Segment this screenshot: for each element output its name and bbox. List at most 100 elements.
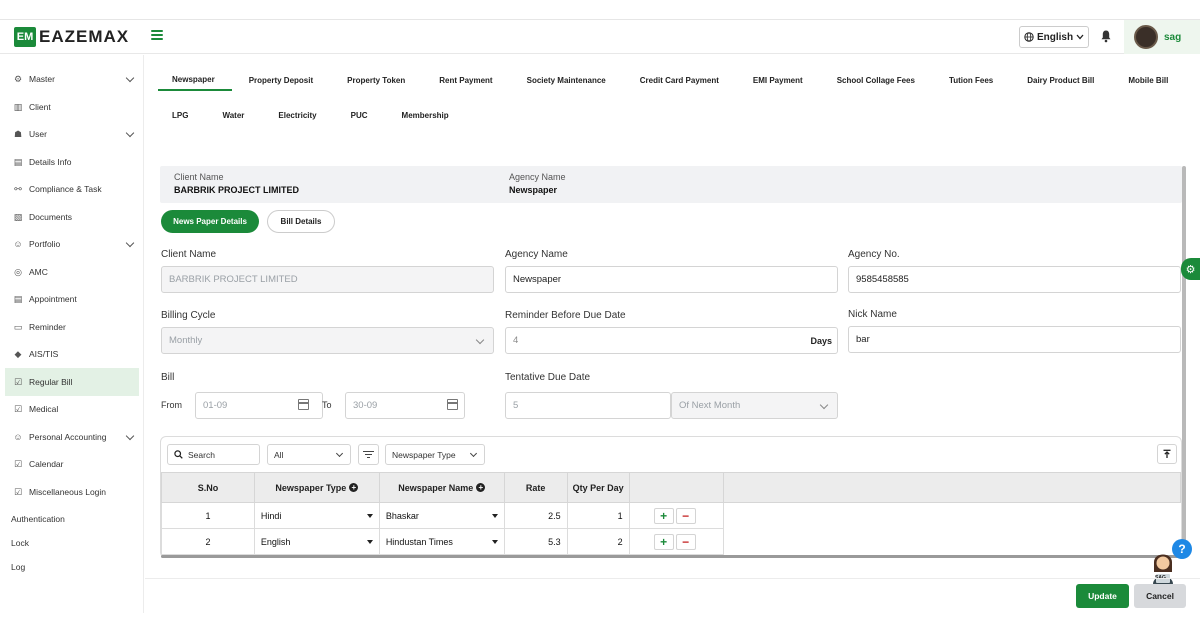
sidebar-item-reminder[interactable]: ▭ Reminder <box>5 313 139 341</box>
calendar-icon[interactable] <box>298 399 309 410</box>
table-header-row: S.No Newspaper Type + Newspaper Name + Rat… <box>161 472 1182 503</box>
add-row-button[interactable]: + <box>653 533 674 550</box>
tab-water[interactable]: Water <box>205 104 261 126</box>
horizontal-scrollbar[interactable] <box>161 555 1182 558</box>
vertical-scrollbar[interactable] <box>1182 166 1186 556</box>
tab-mobile-bill[interactable]: Mobile Bill <box>1111 69 1185 91</box>
newspaper-table: S.No Newspaper Type + Newspaper Name + Rat… <box>161 472 1182 555</box>
tab-news-paper-details[interactable]: News Paper Details <box>161 210 259 233</box>
sidebar-item-portfolio[interactable]: ☺ Portfolio <box>5 230 139 258</box>
tab-credit-card-payment[interactable]: Credit Card Payment <box>623 69 736 91</box>
remove-row-button[interactable]: − <box>675 507 696 524</box>
tab-school-collage-fees[interactable]: School Collage Fees <box>820 69 932 91</box>
sidebar-item-appointment[interactable]: ▤ Appointment <box>5 285 139 313</box>
card-icon: ▭ <box>13 321 23 332</box>
filter-all-select[interactable]: All <box>267 444 351 465</box>
tab-bill-details[interactable]: Bill Details <box>267 210 335 233</box>
cell-type-select[interactable]: English <box>253 528 380 555</box>
sidebar-item-label: Calendar <box>29 459 64 469</box>
tab-property-token[interactable]: Property Token <box>330 69 422 91</box>
user-check-icon: ☑ <box>13 403 23 414</box>
tag-icon: ◆ <box>14 348 22 359</box>
cell-name-select[interactable]: Bhaskar <box>378 502 505 529</box>
sidebar-item-log[interactable]: Log <box>5 553 139 581</box>
cell-type-select[interactable]: Hindi <box>253 502 380 529</box>
tab-newspaper[interactable]: Newspaper <box>158 69 232 91</box>
reminder-value: 4 <box>513 335 519 346</box>
calendar-icon[interactable] <box>447 399 458 410</box>
billing-cycle-select[interactable]: Monthly <box>161 327 494 354</box>
cell-actions: + − <box>628 502 724 529</box>
tab-tution-fees[interactable]: Tution Fees <box>932 69 1010 91</box>
sidebar-item-ais-tis[interactable]: ◆ AIS/TIS <box>5 340 139 368</box>
newspaper-type-filter[interactable]: Newspaper Type <box>385 444 485 465</box>
cell-name: Hindustan Times <box>385 536 453 547</box>
col-newspaper-type[interactable]: Newspaper Type + <box>253 472 380 503</box>
tab-lpg[interactable]: LPG <box>158 104 205 126</box>
tab-electricity[interactable]: Electricity <box>261 104 333 126</box>
tab-property-deposit[interactable]: Property Deposit <box>232 69 330 91</box>
tab-puc[interactable]: PUC <box>334 104 385 126</box>
sidebar-item-documents[interactable]: ▧ Documents <box>5 203 139 231</box>
sidebar-item-details-info[interactable]: ▤ Details Info <box>5 148 139 176</box>
settings-gear-icon[interactable]: ⚙ <box>1181 258 1200 280</box>
sidebar-item-label: Reminder <box>29 322 66 332</box>
cell-qty[interactable]: 1 <box>566 502 630 529</box>
add-row-button[interactable]: + <box>653 507 674 524</box>
tab-society-maintenance[interactable]: Society Maintenance <box>510 69 623 91</box>
update-button[interactable]: Update <box>1076 584 1129 608</box>
agency-no-field[interactable]: 9585458585 <box>848 266 1181 293</box>
sidebar-item-master[interactable]: ⚙ Master <box>5 65 139 93</box>
remove-row-button[interactable]: − <box>675 533 696 550</box>
sidebar-item-client[interactable]: ▥ Client <box>5 93 139 121</box>
sidebar-item-label: Lock <box>11 538 29 548</box>
user-check-icon: ☑ <box>13 458 23 469</box>
tentative-due-field[interactable]: 5 <box>505 392 671 419</box>
tentative-period-select[interactable]: Of Next Month <box>671 392 838 419</box>
sidebar-item-user[interactable]: ☗ User <box>5 120 139 148</box>
filter-button[interactable] <box>358 444 379 465</box>
cell-rate[interactable]: 5.3 <box>503 528 568 555</box>
sidebar-item-calendar[interactable]: ☑ Calendar <box>5 450 139 478</box>
cell-name: Bhaskar <box>385 510 419 521</box>
language-selector[interactable]: English <box>1019 26 1089 48</box>
newspaper-table-panel: All Newspaper Type S.No Newspaper Type+ … <box>160 436 1182 558</box>
folder-icon: ▧ <box>13 211 23 222</box>
sidebar-item-personal-accounting[interactable]: ☺ Personal Accounting <box>5 423 139 451</box>
menu-toggle-icon[interactable] <box>151 30 163 40</box>
user-check-icon: ☑ <box>13 376 23 387</box>
col-newspaper-name[interactable]: Newspaper Name + <box>378 472 505 503</box>
cell-type: Hindi <box>260 510 282 521</box>
chevron-down-icon <box>469 449 478 458</box>
tab-rent-payment[interactable]: Rent Payment <box>422 69 509 91</box>
tab-emi-payment[interactable]: EMI Payment <box>736 69 820 91</box>
user-check-icon: ☑ <box>13 486 23 497</box>
search-input[interactable] <box>188 449 253 460</box>
add-name-icon[interactable]: + <box>476 483 486 492</box>
user-menu[interactable]: sag <box>1124 20 1200 54</box>
reminder-field[interactable]: 4 Days <box>505 327 838 354</box>
cancel-button[interactable]: Cancel <box>1134 584 1186 608</box>
export-button[interactable] <box>1157 444 1177 464</box>
tab-dairy-product-bill[interactable]: Dairy Product Bill <box>1010 69 1111 91</box>
sidebar-item-misc-login[interactable]: ☑ Miscellaneous Login <box>5 478 139 506</box>
window-top-strip <box>0 0 1200 20</box>
nick-name-field[interactable]: bar <box>848 326 1181 353</box>
cell-rate[interactable]: 2.5 <box>503 502 568 529</box>
add-type-icon[interactable]: + <box>349 483 359 492</box>
agency-name-field[interactable]: Newspaper <box>505 266 838 293</box>
sidebar-item-amc[interactable]: ◎ AMC <box>5 258 139 286</box>
sidebar-item-compliance[interactable]: ⚯ Compliance & Task <box>5 175 139 203</box>
sidebar-item-regular-bill[interactable]: ☑ Regular Bill <box>5 368 139 396</box>
sidebar-item-medical[interactable]: ☑ Medical <box>5 395 139 423</box>
bell-icon[interactable] <box>1100 29 1112 43</box>
reminder-label: Reminder Before Due Date <box>505 310 626 321</box>
cell-name-select[interactable]: Hindustan Times <box>378 528 505 555</box>
table-search[interactable] <box>167 444 260 465</box>
chevron-down-icon <box>125 73 135 83</box>
brand-logo[interactable]: EM EAZEMAX <box>14 27 129 47</box>
cell-qty[interactable]: 2 <box>566 528 630 555</box>
sidebar-item-label: Appointment <box>29 294 77 304</box>
tab-membership[interactable]: Membership <box>385 104 466 126</box>
building-icon: ▥ <box>13 101 23 112</box>
